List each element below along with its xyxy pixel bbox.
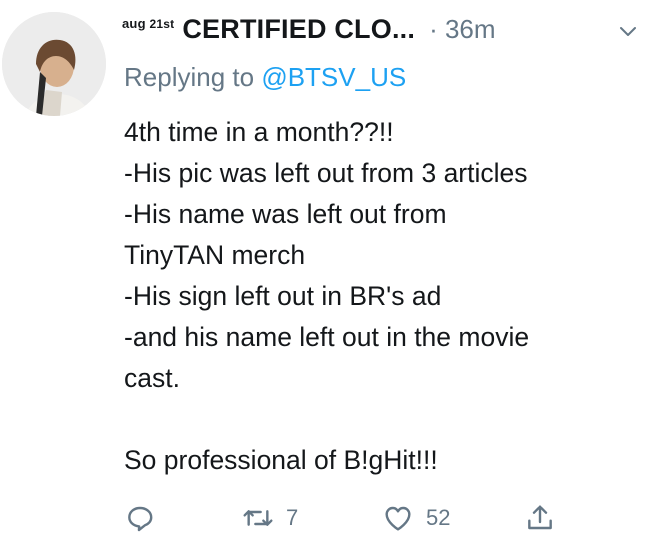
tweet-actions: 7 52 — [124, 498, 556, 538]
tweet-text-line: cast. — [124, 363, 180, 393]
tweet-text-line: -His sign left out in BR's ad — [124, 281, 442, 311]
display-name-date: aug 21st — [122, 16, 174, 31]
display-name[interactable]: CERTIFIED CLO... — [182, 14, 415, 45]
tweet-text: 4th time in a month??!! -His pic was lef… — [124, 112, 634, 481]
tweet-header: aug 21st CERTIFIED CLO... · 36m — [122, 14, 496, 45]
timestamp[interactable]: · 36m — [429, 14, 495, 45]
tweet-text-line: -His name was left out from — [124, 199, 447, 229]
reply-icon — [128, 506, 153, 532]
share-button[interactable] — [524, 502, 556, 534]
tweet-text-line: -and his name left out in the movie — [124, 322, 530, 352]
retweet-icon — [243, 510, 273, 526]
tweet-text-line — [124, 399, 634, 440]
tweet-text-line: 4th time in a month??!! — [124, 117, 394, 147]
reply-button[interactable] — [124, 502, 242, 534]
date-month: aug — [122, 16, 146, 31]
tweet-text-line: So professional of B!gHit!!! — [124, 445, 438, 475]
retweet-button[interactable]: 7 — [242, 502, 382, 534]
share-icon — [528, 505, 552, 530]
heart-icon — [385, 506, 411, 531]
retweet-count: 7 — [286, 505, 299, 530]
like-button[interactable]: 52 — [382, 502, 524, 534]
tweet: aug 21st CERTIFIED CLO... · 36m Replying… — [0, 0, 650, 557]
replying-to-label: Replying to — [124, 62, 255, 92]
tweet-text-line: -His pic was left out from 3 articles — [124, 158, 528, 188]
date-day: 21 — [149, 17, 164, 31]
replying-to: Replying to @BTSV_US — [124, 62, 406, 93]
like-count: 52 — [426, 505, 451, 530]
reply-handle-link[interactable]: @BTSV_US — [261, 62, 406, 92]
tweet-text-line: TinyTAN merch — [124, 240, 306, 270]
chevron-down-icon[interactable] — [618, 24, 638, 40]
avatar[interactable] — [2, 12, 106, 116]
date-suffix: st — [163, 17, 175, 31]
